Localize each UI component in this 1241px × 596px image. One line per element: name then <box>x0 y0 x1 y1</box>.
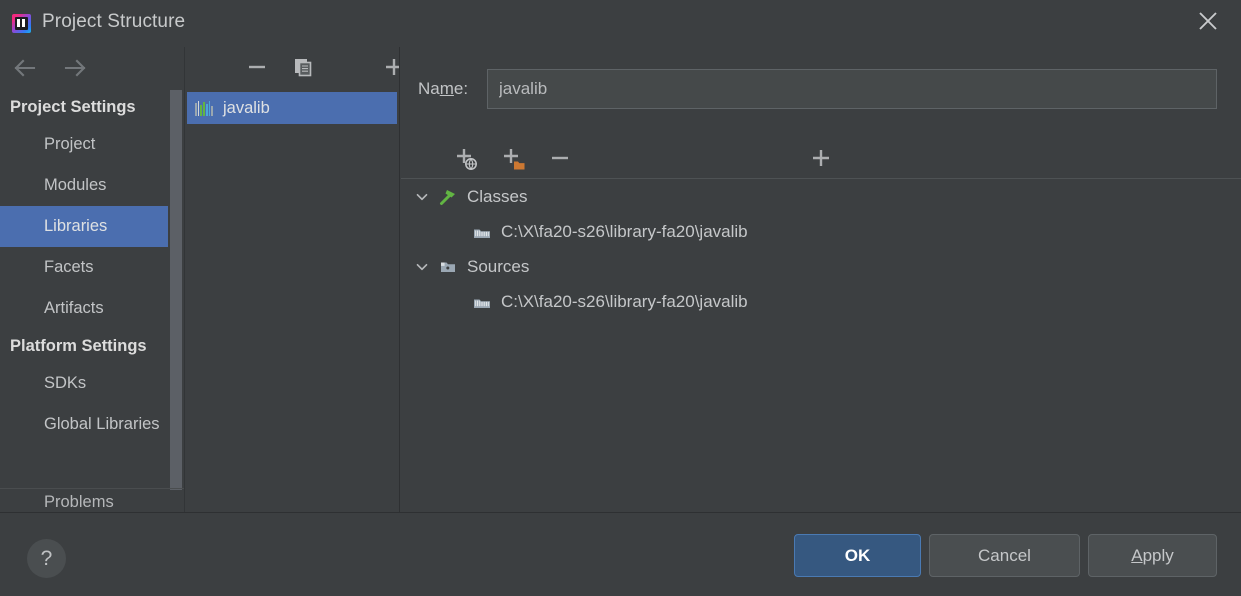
chevron-down-icon[interactable] <box>409 189 435 205</box>
dialog-footer: ? OK Cancel Apply <box>0 513 1241 596</box>
intellij-idea-icon <box>12 14 31 33</box>
tree-node-sources-path[interactable]: C:\X\fa20-s26\library-fa20\javalib <box>401 284 1241 319</box>
library-list-panel: javalib <box>184 47 402 512</box>
tree-node-classes[interactable]: Classes <box>401 179 1241 214</box>
sidebar-vertical-scrollbar[interactable] <box>168 90 184 512</box>
jar-archive-icon <box>469 222 495 242</box>
background-ide-strip <box>0 592 1241 596</box>
tree-node-label: C:\X\fa20-s26\library-fa20\javalib <box>501 291 748 311</box>
library-detail-panel: Name: javalib Classes C:\X\fa20-s26\libr… <box>399 47 1241 512</box>
sidebar-vertical-scrollbar-thumb[interactable] <box>170 90 182 490</box>
sources-folder-icon <box>435 257 461 277</box>
remove-library-button[interactable] <box>242 53 272 81</box>
sidebar-nav-arrows <box>0 47 184 87</box>
library-list-toolbar <box>185 47 402 87</box>
settings-sidebar: Project Settings Project Modules Librari… <box>0 47 184 512</box>
library-icon <box>195 100 214 116</box>
cancel-button[interactable]: Cancel <box>929 534 1080 577</box>
add-url-button[interactable] <box>450 143 482 173</box>
jar-archive-icon <box>469 292 495 312</box>
add-jar-directory-button[interactable] <box>497 143 529 173</box>
library-roots-tree: Classes C:\X\fa20-s26\library-fa20\javal… <box>401 178 1241 511</box>
ok-button[interactable]: OK <box>794 534 921 577</box>
tree-node-sources[interactable]: Sources <box>401 249 1241 284</box>
sidebar-item-modules[interactable]: Modules <box>0 165 168 206</box>
title-bar: Project Structure <box>0 0 1241 47</box>
tree-node-label: C:\X\fa20-s26\library-fa20\javalib <box>501 221 748 241</box>
classes-hammer-icon <box>435 187 461 207</box>
name-row: Name: <box>400 69 1241 111</box>
library-name-input[interactable] <box>487 69 1217 109</box>
arrow-left-icon[interactable] <box>10 55 44 81</box>
copy-library-button[interactable] <box>289 53 319 81</box>
library-list: javalib <box>187 92 397 508</box>
name-label: Name: <box>418 79 469 98</box>
list-item-label: javalib <box>223 98 270 117</box>
sidebar-item-artifacts[interactable]: Artifacts <box>0 288 168 329</box>
tree-node-label: Sources <box>467 256 530 276</box>
list-item[interactable]: javalib <box>187 92 397 124</box>
library-roots-toolbar <box>400 139 1241 177</box>
sidebar-item-libraries[interactable]: Libraries <box>0 206 168 247</box>
tree-node-classes-path[interactable]: C:\X\fa20-s26\library-fa20\javalib <box>401 214 1241 249</box>
tree-node-label: Classes <box>467 186 528 206</box>
sidebar-item-facets[interactable]: Facets <box>0 247 168 288</box>
sidebar-group-platform-settings: Platform Settings <box>10 337 147 355</box>
remove-path-button[interactable] <box>544 143 576 173</box>
help-button[interactable]: ? <box>27 539 66 578</box>
sidebar-item-global-libraries[interactable]: Global Libraries <box>0 404 168 445</box>
sidebar-item-problems[interactable]: Problems <box>0 488 184 512</box>
project-structure-dialog: Project Structure Project Settings Proje… <box>0 0 1241 596</box>
apply-button[interactable]: Apply <box>1088 534 1217 577</box>
close-icon[interactable] <box>1185 0 1231 44</box>
sidebar-group-project-settings: Project Settings <box>10 98 136 116</box>
sidebar-nav-list: Project Settings Project Modules Librari… <box>0 90 184 445</box>
chevron-down-icon[interactable] <box>409 259 435 275</box>
add-path-button[interactable] <box>805 143 837 173</box>
page-title: Project Structure <box>42 11 186 32</box>
sidebar-item-project[interactable]: Project <box>0 124 168 165</box>
sidebar-item-sdks[interactable]: SDKs <box>0 363 168 404</box>
